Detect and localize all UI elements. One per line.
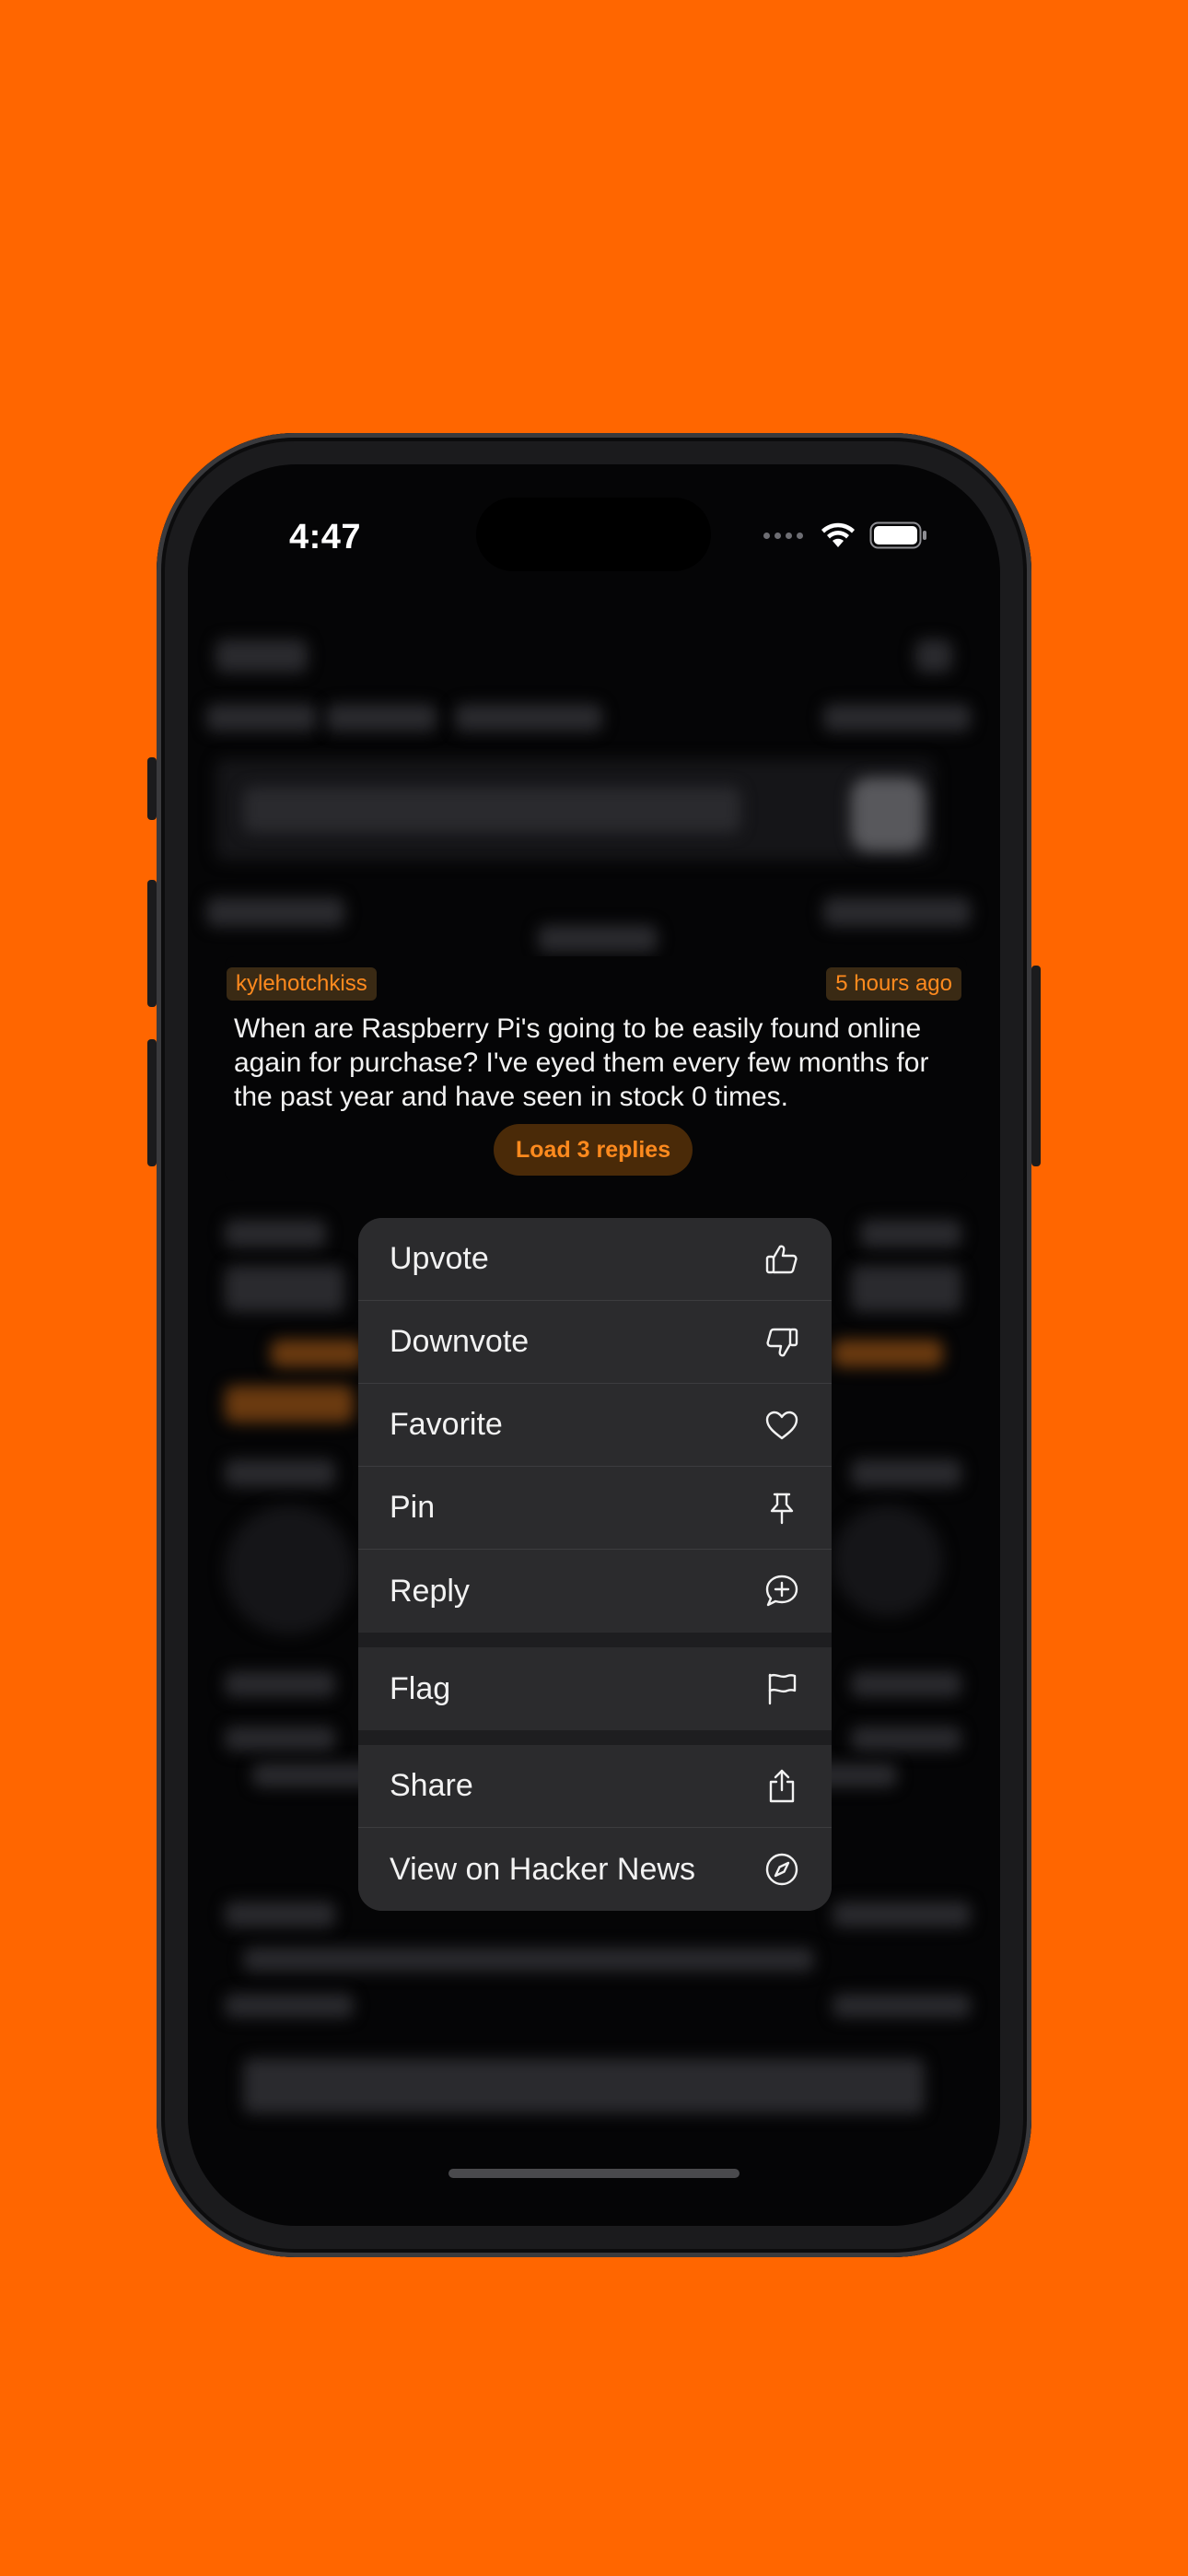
menu-item-label: Downvote bbox=[390, 1324, 530, 1359]
load-replies-button[interactable]: Load 3 replies bbox=[494, 1124, 693, 1176]
share-icon bbox=[763, 1768, 800, 1805]
comment-author[interactable]: kylehotchkiss bbox=[227, 967, 377, 1001]
compass-icon bbox=[763, 1851, 800, 1888]
status-indicators bbox=[763, 521, 928, 549]
menu-item-label: Favorite bbox=[390, 1407, 503, 1442]
menu-item-label: Share bbox=[390, 1768, 473, 1803]
phone-screen: 4:47 kylehotchkiss 5 hours ago When are … bbox=[188, 464, 1000, 2226]
status-time: 4:47 bbox=[289, 518, 362, 556]
menu-item-label: Upvote bbox=[390, 1241, 489, 1276]
comment-age: 5 hours ago bbox=[826, 967, 961, 1001]
menu-separator bbox=[358, 1730, 832, 1745]
context-menu: Upvote Downvote Favorite Pin Reply Flag … bbox=[358, 1218, 832, 1911]
menu-item-view-on-hacker-news[interactable]: View on Hacker News bbox=[358, 1828, 832, 1911]
menu-item-pin[interactable]: Pin bbox=[358, 1467, 832, 1550]
dynamic-island bbox=[476, 498, 711, 571]
volume-down-button bbox=[147, 1039, 157, 1166]
volume-up-button bbox=[147, 880, 157, 1007]
power-button bbox=[1031, 966, 1041, 1166]
phone-frame: 4:47 kylehotchkiss 5 hours ago When are … bbox=[157, 433, 1031, 2257]
pin-icon bbox=[763, 1490, 800, 1527]
reply-bubble-icon bbox=[763, 1573, 800, 1610]
battery-icon bbox=[869, 521, 926, 549]
flag-icon bbox=[763, 1670, 800, 1707]
menu-item-downvote[interactable]: Downvote bbox=[358, 1301, 832, 1384]
thumbs-up-icon bbox=[763, 1241, 800, 1278]
menu-item-label: Flag bbox=[390, 1670, 451, 1706]
action-button bbox=[147, 757, 157, 820]
thumbs-down-icon bbox=[763, 1324, 800, 1361]
menu-item-upvote[interactable]: Upvote bbox=[358, 1218, 832, 1301]
heart-icon bbox=[763, 1407, 800, 1444]
home-indicator[interactable] bbox=[448, 2169, 740, 2178]
menu-item-label: Reply bbox=[390, 1573, 470, 1609]
app-canvas: 4:47 kylehotchkiss 5 hours ago When are … bbox=[0, 0, 1188, 2576]
cellular-signal-icon bbox=[763, 532, 803, 539]
menu-item-share[interactable]: Share bbox=[358, 1745, 832, 1828]
menu-item-favorite[interactable]: Favorite bbox=[358, 1384, 832, 1467]
comment-text: When are Raspberry Pi's going to be easi… bbox=[234, 1013, 929, 1112]
menu-separator bbox=[358, 1633, 832, 1647]
menu-item-reply[interactable]: Reply bbox=[358, 1550, 832, 1633]
menu-item-flag[interactable]: Flag bbox=[358, 1647, 832, 1730]
menu-item-label: Pin bbox=[390, 1490, 436, 1525]
wifi-icon bbox=[821, 522, 855, 547]
menu-item-label: View on Hacker News bbox=[390, 1851, 695, 1887]
